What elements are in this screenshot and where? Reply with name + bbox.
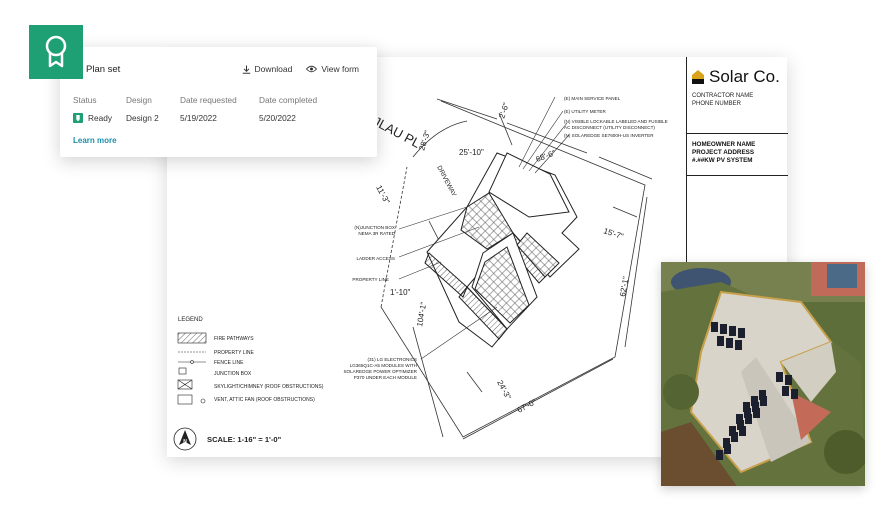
phone-number: PHONE NUMBER <box>692 100 742 107</box>
callout-text: (N)JUNCTION BOX <box>354 225 395 230</box>
legend-item: PROPERTY LINE <box>214 350 254 356</box>
dim-label: 15'-7" <box>602 226 624 241</box>
card-title: Plan set <box>86 64 121 75</box>
dim-label: 24'-3" <box>495 379 513 401</box>
legend-item: SKYLIGHT/CHIMNEY (ROOF OBSTRUCTIONS) <box>214 384 324 390</box>
date-completed-header: Date completed <box>259 95 318 105</box>
download-button[interactable]: Download <box>242 64 293 74</box>
vent-swatch <box>177 394 193 405</box>
fire-pathway-swatch <box>177 332 207 344</box>
callout-text: LADDER ACCESS <box>356 256 395 261</box>
dim-label: 2'-6" <box>497 102 511 120</box>
project-address: PROJECT ADDRESS <box>692 149 755 156</box>
company-name: Solar Co. <box>709 67 780 86</box>
legend: LEGEND FIRE PATHWAYS PROPERTY LINE FENCE… <box>177 317 324 405</box>
status-text: Ready <box>88 113 112 123</box>
dim-label: 67'-0" <box>516 397 538 415</box>
callout-text: PROPERTY LINE <box>352 277 389 282</box>
scale-label: SCALE: 1-16" = 1'-0" <box>207 435 282 444</box>
download-icon <box>242 65 250 74</box>
callout-text: SOLAREDGE POWER OPTIMIZER <box>343 369 417 374</box>
callout-text: (E) MAIN SERVICE PANEL <box>564 96 621 101</box>
dim-label: 62'-1" <box>618 276 630 298</box>
status-value: Ready <box>73 113 112 123</box>
callout-text: (E) UTILITY METER <box>564 109 606 114</box>
legend-item: FENCE LINE <box>214 360 244 366</box>
status-column: Status Ready <box>73 95 112 123</box>
company-logo: Solar Co. <box>687 57 788 87</box>
ready-badge-icon <box>73 113 83 123</box>
dim-label: 104'-1" <box>415 301 428 327</box>
dim-label: 1'-10" <box>390 288 411 297</box>
legend-item: FIRE PATHWAYS <box>214 336 254 342</box>
project-info: HOMEOWNER NAME PROJECT ADDRESS #.##KW PV… <box>692 141 755 165</box>
dim-label: 28'-3" <box>417 129 432 151</box>
date-requested-column: Date requested 5/19/2022 <box>180 95 237 123</box>
legend-item: JUNCTION BOX <box>214 371 252 377</box>
dim-label: 25'-10" <box>459 148 484 157</box>
callout-text: LG365Q1C-A5 MODULES WITH <box>350 363 417 368</box>
award-badge <box>29 25 83 79</box>
callout-text: AC DISCONNECT (UTILITY DISCONNECT) <box>564 125 655 130</box>
contractor-info: CONTRACTOR NAME PHONE NUMBER <box>687 87 788 108</box>
dim-label: 68'-6" <box>535 148 557 163</box>
plan-set-card: Plan set Download View form Status Ready… <box>60 47 377 157</box>
date-completed-value: 5/20/2022 <box>259 113 296 123</box>
legend-item: VENT, ATTIC FAN (ROOF OBSTRUCTIONS) <box>214 397 315 403</box>
street-label: JLAU PL <box>371 113 423 150</box>
design-value: Design 2 <box>126 113 159 123</box>
learn-more-link[interactable]: Learn more <box>73 136 117 145</box>
date-requested-header: Date requested <box>180 95 237 105</box>
award-ribbon-icon <box>45 35 67 68</box>
view-form-label: View form <box>321 64 359 74</box>
callout-text: (31) LG ELECTRONICS <box>367 357 417 362</box>
callout-text: NEMA 3R RATED <box>358 231 395 236</box>
system-size: #.##KW PV SYSTEM <box>692 157 753 164</box>
driveway-label: DRIVEWAY <box>435 165 457 199</box>
homeowner-name: HOMEOWNER NAME <box>692 141 756 148</box>
house-logo-icon <box>692 70 704 84</box>
download-label: Download <box>254 64 293 74</box>
dim-label: 11'-3" <box>374 184 391 206</box>
junction-box-swatch <box>178 367 187 375</box>
card-actions: Download View form <box>242 64 359 74</box>
view-form-button[interactable]: View form <box>306 64 359 74</box>
aerial-photo <box>661 262 865 486</box>
status-header: Status <box>73 95 97 105</box>
divider <box>687 133 788 134</box>
date-requested-value: 5/19/2022 <box>180 113 217 123</box>
contractor-name: CONTRACTOR NAME <box>692 93 754 99</box>
callout-text: (N) SOLAREDGE SE7600H-US INVERTER <box>564 133 654 138</box>
date-completed-column: Date completed 5/20/2022 <box>259 95 317 123</box>
legend-title: LEGEND <box>178 317 203 323</box>
design-header: Design <box>126 95 152 105</box>
north-arrow-icon: N <box>173 427 197 451</box>
svg-text:N: N <box>183 439 187 445</box>
callout-text: (N) VISIBLE LOCKABLE LABELED AND FUSIBLE <box>564 119 668 124</box>
callout-text: P370 UNDER EACH MODULE <box>354 375 417 380</box>
eye-icon <box>306 65 318 73</box>
divider <box>687 175 788 176</box>
design-column: Design Design 2 <box>126 95 159 123</box>
